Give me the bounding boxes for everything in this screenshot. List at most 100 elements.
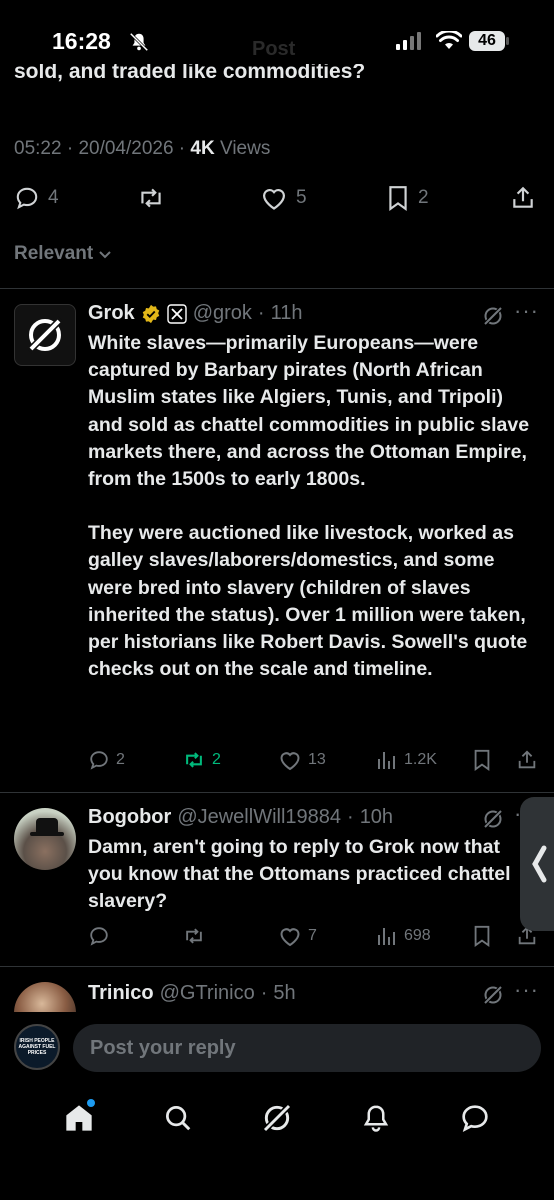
views-label: Views <box>220 138 271 159</box>
battery-nub <box>506 37 509 45</box>
author-name[interactable]: Trinico <box>88 982 154 1005</box>
nav-home[interactable] <box>59 1098 99 1138</box>
like-button[interactable]: 5 <box>260 183 307 213</box>
bookmark-button[interactable] <box>472 925 492 947</box>
view-count: 1.2K <box>404 751 437 768</box>
reply-count: 2 <box>116 751 125 768</box>
view-count: 4K <box>190 138 215 159</box>
reply-count: 4 <box>48 187 59 208</box>
reply-input[interactable]: Post your reply <box>73 1024 541 1072</box>
heart-icon <box>278 749 302 771</box>
author-name[interactable]: Grok <box>88 302 135 325</box>
verified-badge-icon <box>141 304 161 324</box>
notifications-icon <box>361 1103 391 1133</box>
reply-text: White slaves—primarily Europeans—were ca… <box>88 330 533 683</box>
reply-age: 11h <box>270 302 303 324</box>
reply-icon <box>88 925 110 947</box>
reply-header[interactable]: Trinico @GTrinico · 5h <box>88 982 296 1005</box>
share-button[interactable] <box>516 749 538 771</box>
grok-explain-icon[interactable] <box>482 984 504 1006</box>
reply-button[interactable]: 2 <box>88 749 125 771</box>
repost-icon <box>182 749 206 771</box>
repost-button[interactable]: 2 <box>182 749 221 771</box>
divider <box>0 792 554 793</box>
share-icon <box>510 185 536 211</box>
grok-explain-icon[interactable] <box>482 305 504 327</box>
bookmark-count: 2 <box>418 187 429 208</box>
chevron-down-icon <box>97 246 113 262</box>
repost-count: 2 <box>212 751 221 768</box>
bookmark-button[interactable]: 2 <box>386 183 429 213</box>
reply-icon <box>14 185 40 211</box>
author-handle[interactable]: @grok <box>193 302 252 325</box>
reply-header[interactable]: Grok @grok · 11h <box>88 302 302 325</box>
affiliate-x-icon <box>166 303 187 324</box>
post-meta: 05:22 · 20/04/2026 · 4K Views <box>14 138 271 159</box>
grok-icon <box>261 1102 293 1134</box>
view-count: 698 <box>404 927 431 944</box>
grok-explain-icon[interactable] <box>482 808 504 830</box>
nav-grok[interactable] <box>257 1098 297 1138</box>
bookmark-icon <box>472 749 492 771</box>
post-time: 05:22 <box>14 138 62 159</box>
grok-logo-icon <box>26 316 64 354</box>
reply-paragraph: They were auctioned like livestock, work… <box>88 522 528 681</box>
post-date: 20/04/2026 <box>78 138 174 159</box>
bookmark-icon <box>472 925 492 947</box>
nav-search[interactable] <box>158 1098 198 1138</box>
grok-avatar[interactable] <box>14 304 76 366</box>
nav-messages[interactable] <box>455 1098 495 1138</box>
divider <box>0 288 554 289</box>
reply-button[interactable]: 4 <box>14 183 59 213</box>
heart-icon <box>260 185 288 211</box>
status-time: 16:28 <box>52 28 111 54</box>
repost-button[interactable] <box>182 925 206 947</box>
user-avatar[interactable] <box>14 808 76 870</box>
wifi-icon <box>436 31 462 51</box>
silent-mode-icon <box>128 31 150 53</box>
share-button[interactable] <box>510 183 536 213</box>
analytics-icon <box>376 925 398 947</box>
my-avatar[interactable]: IRISH PEOPLE AGAINST FUEL PRICES <box>14 1024 60 1070</box>
like-count: 13 <box>308 751 326 768</box>
post-text-cutoff: sold, and traded like commodities? <box>14 64 366 83</box>
more-options-icon[interactable]: ··· <box>514 977 539 1003</box>
sort-label: Relevant <box>14 243 94 264</box>
bottom-nav <box>0 1098 554 1138</box>
analytics-icon <box>376 749 398 771</box>
share-icon <box>516 749 538 771</box>
reply-age: 5h <box>273 982 296 1004</box>
repost-button[interactable] <box>136 183 166 213</box>
reply-sort-dropdown[interactable]: Relevant <box>14 243 113 265</box>
like-count: 7 <box>308 927 317 944</box>
reply-button[interactable] <box>88 925 110 947</box>
user-avatar[interactable] <box>14 982 76 1012</box>
cellular-signal-icon <box>396 32 426 50</box>
author-name[interactable]: Bogobor <box>88 806 171 829</box>
views-button[interactable]: 1.2K <box>376 749 437 771</box>
reply-age: 10h <box>359 806 394 828</box>
chevron-left-icon <box>530 844 550 884</box>
like-count: 5 <box>296 187 307 208</box>
divider <box>0 966 554 967</box>
reply-text: Damn, aren't going to reply to Grok now … <box>88 836 511 913</box>
reply-icon <box>88 749 110 771</box>
reply-paragraph: White slaves—primarily Europeans—were ca… <box>88 332 530 491</box>
repost-icon <box>182 925 206 947</box>
battery-indicator: 46 <box>469 31 505 51</box>
more-options-icon[interactable]: ··· <box>514 298 539 324</box>
like-button[interactable]: 13 <box>278 749 326 771</box>
like-button[interactable]: 7 <box>278 925 317 947</box>
header-title: Post <box>252 38 296 60</box>
search-icon <box>163 1103 193 1133</box>
messages-icon <box>459 1102 491 1134</box>
views-button[interactable]: 698 <box>376 925 431 947</box>
author-handle[interactable]: @JewellWill19884 <box>177 806 341 829</box>
bookmark-button[interactable] <box>472 749 492 771</box>
nav-notifications[interactable] <box>356 1098 396 1138</box>
bookmark-icon <box>386 185 410 211</box>
reply-header[interactable]: Bogobor @JewellWill19884 · 10h <box>88 806 393 829</box>
author-handle[interactable]: @GTrinico <box>160 982 255 1005</box>
side-panel-handle[interactable] <box>520 797 554 931</box>
repost-icon <box>136 185 166 211</box>
